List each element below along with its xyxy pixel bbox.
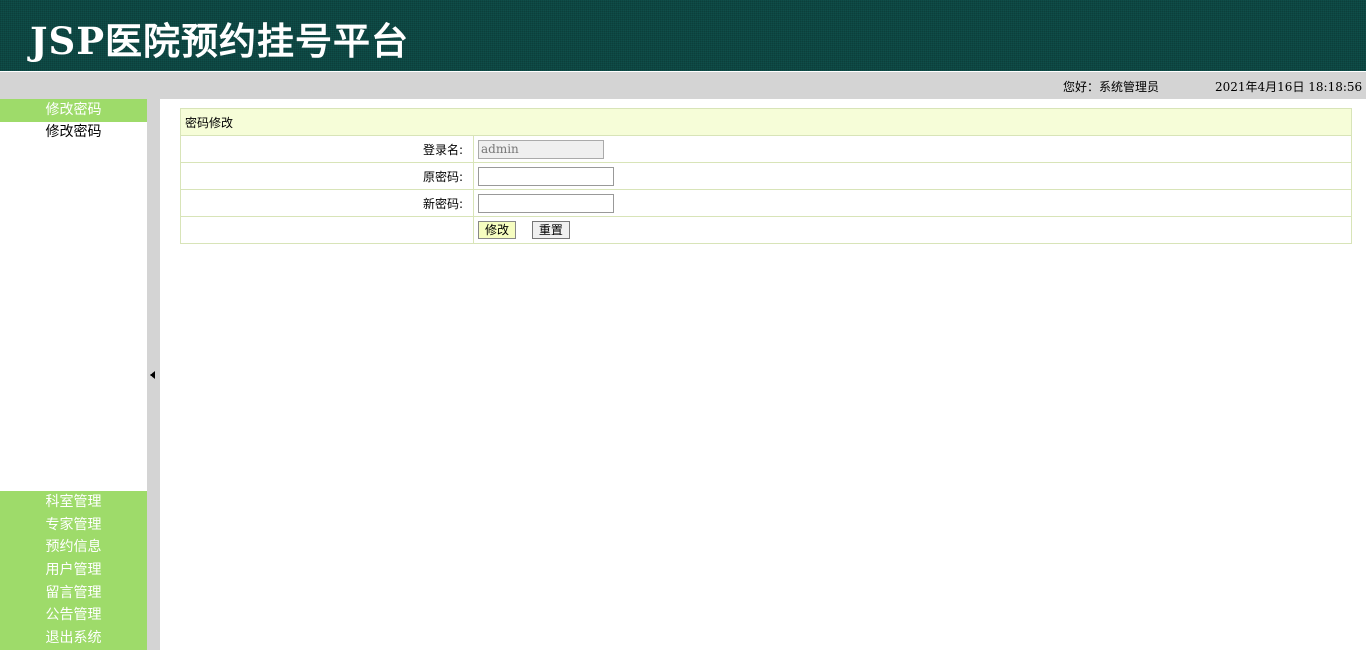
- username-field: [478, 139, 604, 159]
- menu-appointment-info[interactable]: 预约信息: [0, 536, 147, 559]
- menu-notice-management[interactable]: 公告管理: [0, 604, 147, 627]
- form-title: 密码修改: [180, 108, 1352, 136]
- app-title: JSP医院预约挂号平台: [30, 19, 410, 63]
- menu-change-password-header[interactable]: 修改密码: [0, 99, 147, 122]
- submit-button[interactable]: 修改: [478, 221, 517, 239]
- old-password-label: 原密码:: [180, 162, 474, 190]
- menu-department-management[interactable]: 科室管理: [0, 491, 147, 514]
- menu-message-management[interactable]: 留言管理: [0, 582, 147, 605]
- status-bar: 您好：系统管理员 2021年4月16日 18:18:56: [0, 72, 1366, 99]
- password-form: 密码修改 登录名: 原密码: 新密码: 修改 重置: [180, 108, 1352, 244]
- old-password-input[interactable]: [478, 166, 614, 186]
- menu-list: 科室管理 专家管理 预约信息 用户管理 留言管理 公告管理 退出系统: [0, 491, 147, 650]
- app-header: JSP医院预约挂号平台: [0, 0, 1366, 72]
- user-greeting: 您好：系统管理员: [1063, 80, 1160, 94]
- sidebar-splitter[interactable]: [147, 99, 160, 650]
- menu-logout[interactable]: 退出系统: [0, 627, 147, 650]
- main-content: 密码修改 登录名: 原密码: 新密码: 修改 重置: [180, 108, 1352, 244]
- sidebar: 修改密码 修改密码 科室管理 专家管理 预约信息 用户管理 留言管理 公告管理 …: [0, 99, 147, 650]
- new-password-label: 新密码:: [180, 189, 474, 217]
- menu-change-password-item[interactable]: 修改密码: [0, 122, 147, 144]
- new-password-input[interactable]: [478, 193, 614, 213]
- menu-user-management[interactable]: 用户管理: [0, 559, 147, 582]
- menu-expert-management[interactable]: 专家管理: [0, 514, 147, 537]
- current-datetime: 2021年4月16日 18:18:56: [1215, 80, 1363, 94]
- reset-button[interactable]: 重置: [531, 221, 570, 239]
- collapse-arrow-icon[interactable]: [150, 371, 155, 379]
- username-label: 登录名:: [180, 135, 474, 163]
